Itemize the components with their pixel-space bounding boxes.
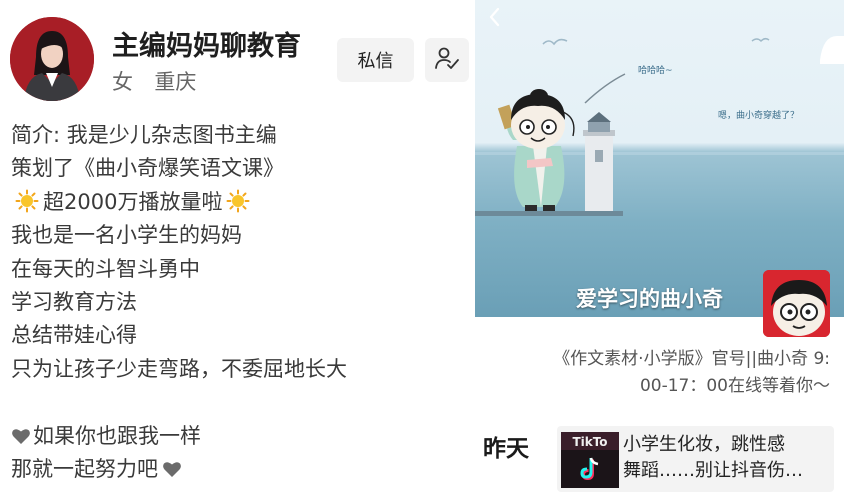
- bio-line: 只为让孩子少走弯路，不委屈地长大: [11, 356, 347, 381]
- bio-spacer: [11, 386, 471, 419]
- news-card[interactable]: TikTo 小学生化妆，跳性感 舞蹈……别让抖音伤…: [557, 426, 834, 492]
- thumb-text: TikTo: [572, 435, 607, 449]
- user-check-icon: [434, 45, 460, 75]
- video-caption[interactable]: 《作文素材·小学版》官号||曲小奇 9: 00-17：00在线等着你～: [474, 346, 844, 400]
- news-line: 舞蹈……别让抖音伤…: [623, 460, 803, 481]
- follow-button[interactable]: [425, 38, 469, 82]
- profile-meta: 女 重庆: [112, 66, 196, 96]
- bio-line: 我也是一名小学生的妈妈: [11, 223, 242, 248]
- author-avatar[interactable]: [763, 270, 830, 337]
- news-thumbnail: TikTo: [561, 432, 619, 488]
- bio-line: 在每天的斗智斗勇中: [11, 256, 200, 281]
- sun-emoji-icon: [226, 189, 250, 223]
- bio-line: 策划了《曲小奇爆笑语文课》: [11, 156, 284, 181]
- profile-panel: 主编妈妈聊教育 女 重庆 私信 简介: 我是少儿杂志图书主编 策划了《曲小奇爆笑…: [0, 0, 474, 496]
- bio-line: 总结带娃心得: [11, 323, 137, 348]
- bio-line-text: 那就一起努力吧: [11, 456, 158, 481]
- profile-gender: 女: [112, 70, 133, 94]
- profile-name: 主编妈妈聊教育: [112, 31, 301, 62]
- profile-avatar[interactable]: [10, 17, 94, 101]
- cover-haha-text: 哈哈哈~: [638, 66, 673, 76]
- cover-question-text: 嗯，曲小奇穿越了？: [718, 111, 800, 121]
- caption-line: 《作文素材·小学版》官号||曲小奇 9:: [553, 349, 830, 369]
- bio-line: 学习教育方法: [11, 289, 137, 314]
- sun-emoji-icon: [15, 189, 39, 223]
- bio-line: 如果你也跟我一样: [11, 420, 471, 453]
- heart-icon: [11, 422, 31, 455]
- message-button[interactable]: 私信: [337, 38, 414, 82]
- bio-line-text: 如果你也跟我一样: [33, 423, 201, 448]
- date-label: 昨天: [483, 436, 529, 462]
- heart-icon: [162, 455, 182, 488]
- news-title: 小学生化妆，跳性感 舞蹈……别让抖音伤…: [623, 432, 829, 484]
- cover-title: 爱学习的曲小奇: [576, 287, 723, 311]
- profile-bio: 简介: 我是少儿杂志图书主编 策划了《曲小奇爆笑语文课》 超2000万播放量啦: [11, 119, 471, 486]
- news-line: 小学生化妆，跳性感: [623, 434, 785, 455]
- caption-line: 00-17：00在线等着你～: [639, 376, 830, 396]
- content-panel: 哈哈哈~ 嗯，曲小奇穿越了？ 爱学习的曲小奇 《作文素材·小学版》官号||曲小奇…: [474, 0, 844, 496]
- chevron-left-icon[interactable]: [487, 6, 501, 32]
- message-button-label: 私信: [357, 51, 394, 72]
- bio-line-text: 超2000万播放量啦: [43, 189, 223, 214]
- bio-line: 超2000万播放量啦: [11, 186, 471, 219]
- profile-location: 重庆: [154, 70, 197, 94]
- bio-line: 简介: 我是少儿杂志图书主编: [11, 123, 277, 147]
- bio-line: 那就一起努力吧: [11, 453, 471, 486]
